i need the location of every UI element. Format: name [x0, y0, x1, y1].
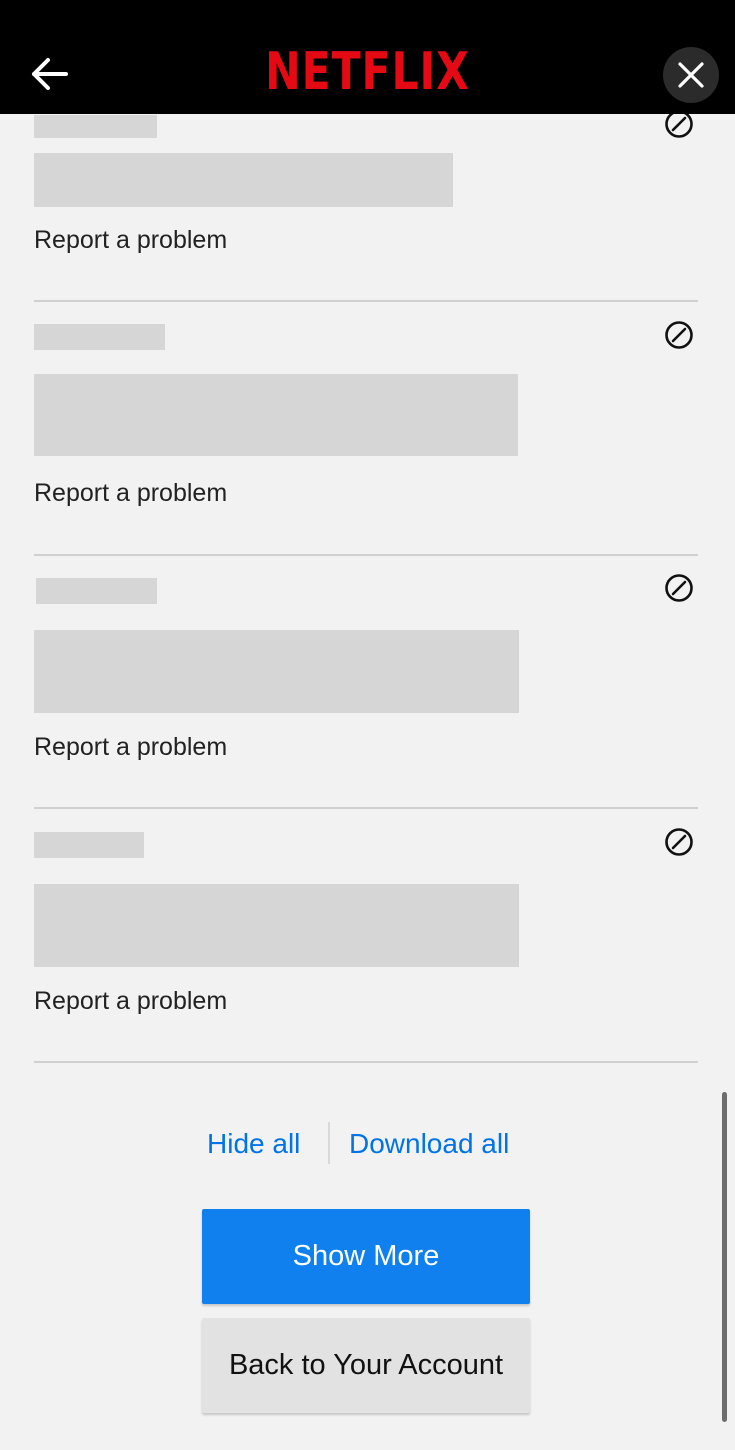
list-item: Report a problem: [34, 105, 698, 300]
report-problem-link[interactable]: Report a problem: [34, 732, 227, 762]
list-item: Report a problem: [34, 809, 698, 1061]
list-item: Report a problem: [34, 302, 698, 554]
hide-circle-slash-icon[interactable]: [664, 320, 694, 350]
details-placeholder: [34, 153, 453, 207]
title-placeholder: [34, 324, 165, 350]
list-item: Report a problem: [34, 556, 698, 808]
viewing-activity-page: NETFLIX Report a problem Report a proble…: [0, 0, 735, 1450]
report-problem-link[interactable]: Report a problem: [34, 478, 227, 508]
close-button[interactable]: [663, 47, 719, 103]
details-placeholder: [34, 374, 518, 456]
show-more-button[interactable]: Show More: [202, 1209, 530, 1304]
divider: [34, 1061, 698, 1063]
hide-circle-slash-icon[interactable]: [664, 573, 694, 603]
details-placeholder: [34, 884, 519, 967]
back-to-account-button[interactable]: Back to Your Account: [202, 1318, 530, 1413]
details-placeholder: [34, 630, 519, 713]
hide-circle-slash-icon[interactable]: [664, 827, 694, 857]
report-problem-link[interactable]: Report a problem: [34, 986, 227, 1016]
title-placeholder: [34, 115, 157, 138]
download-all-link[interactable]: Download all: [349, 1126, 509, 1162]
app-header: NETFLIX: [0, 0, 735, 114]
report-problem-link[interactable]: Report a problem: [34, 225, 227, 255]
actions-separator: [328, 1122, 330, 1164]
hide-all-link[interactable]: Hide all: [207, 1126, 300, 1162]
title-placeholder: [36, 578, 157, 604]
scrollbar[interactable]: [722, 1092, 727, 1422]
title-placeholder: [34, 832, 144, 858]
netflix-logo: NETFLIX: [265, 42, 470, 102]
bulk-actions: Hide all Download all: [0, 1122, 735, 1166]
